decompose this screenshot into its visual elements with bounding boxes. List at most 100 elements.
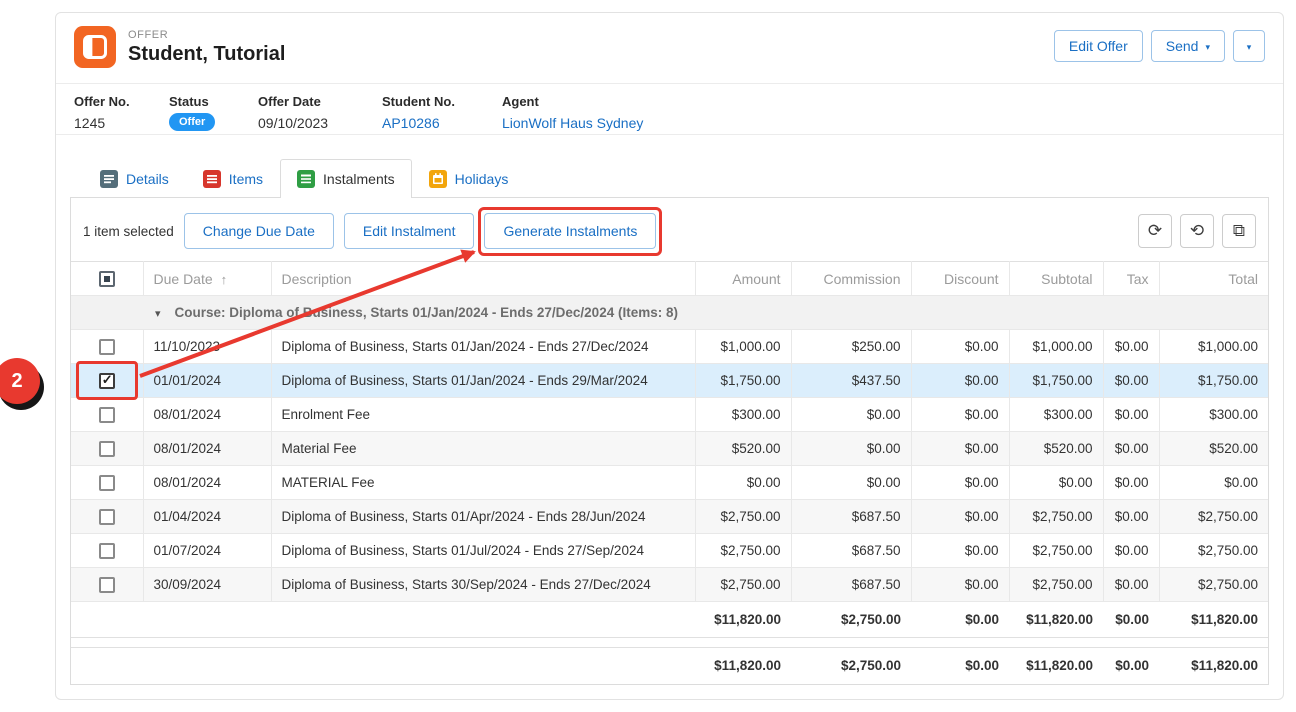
row-total: $2,750.00 xyxy=(1159,534,1268,568)
group-header-label: Course: Diploma of Business, Starts 01/J… xyxy=(175,305,678,320)
row-checkbox[interactable] xyxy=(99,475,115,491)
row-tax: $0.00 xyxy=(1103,364,1159,398)
instalments-panel: 1 item selected Change Due Date Edit Ins… xyxy=(70,197,1269,685)
send-label: Send xyxy=(1166,38,1199,54)
row-checkbox[interactable] xyxy=(99,339,115,355)
tab-details[interactable]: Details xyxy=(83,159,186,197)
sort-ascending-icon: ↑ xyxy=(221,272,228,287)
group-total-subtotal: $11,820.00 xyxy=(1009,602,1103,638)
group-total-tax: $0.00 xyxy=(1103,602,1159,638)
table-row[interactable]: 11/10/2023Diploma of Business, Starts 01… xyxy=(71,330,1268,364)
row-tax: $0.00 xyxy=(1103,500,1159,534)
edit-offer-button[interactable]: Edit Offer xyxy=(1054,30,1143,62)
row-commission: $687.50 xyxy=(791,500,911,534)
more-actions-button[interactable]: ▾ xyxy=(1233,30,1265,62)
column-header-due-date[interactable]: Due Date↑ xyxy=(143,262,271,296)
row-description: Material Fee xyxy=(271,432,695,466)
grand-total-discount: $0.00 xyxy=(911,648,1009,684)
select-all-checkbox[interactable] xyxy=(99,271,115,287)
row-checkbox-cell xyxy=(71,364,143,398)
row-checkbox[interactable] xyxy=(99,509,115,525)
info-offer-date: Offer Date 09/10/2023 xyxy=(258,94,382,122)
row-commission: $0.00 xyxy=(791,398,911,432)
group-total-discount: $0.00 xyxy=(911,602,1009,638)
row-subtotal: $0.00 xyxy=(1009,466,1103,500)
table-row[interactable]: 08/01/2024Enrolment Fee$300.00$0.00$0.00… xyxy=(71,398,1268,432)
row-discount: $0.00 xyxy=(911,398,1009,432)
column-header-total[interactable]: Total xyxy=(1159,262,1268,296)
row-discount: $0.00 xyxy=(911,500,1009,534)
row-checkbox[interactable] xyxy=(99,543,115,559)
row-commission: $250.00 xyxy=(791,330,911,364)
edit-instalment-button[interactable]: Edit Instalment xyxy=(344,213,475,249)
table-row[interactable]: 01/04/2024Diploma of Business, Starts 01… xyxy=(71,500,1268,534)
table-row[interactable]: 30/09/2024Diploma of Business, Starts 30… xyxy=(71,568,1268,602)
agent-link[interactable]: LionWolf Haus Sydney xyxy=(502,115,643,131)
copy-button[interactable]: ⧉ xyxy=(1222,214,1256,248)
instalments-icon xyxy=(297,170,315,188)
column-header-commission[interactable]: Commission xyxy=(791,262,911,296)
group-total-commission: $2,750.00 xyxy=(791,602,911,638)
row-checkbox[interactable] xyxy=(99,407,115,423)
row-tax: $0.00 xyxy=(1103,432,1159,466)
collapse-caret-icon[interactable]: ▾ xyxy=(155,308,161,320)
row-due-date: 08/01/2024 xyxy=(143,466,271,500)
row-tax: $0.00 xyxy=(1103,466,1159,500)
column-header-description[interactable]: Description xyxy=(271,262,695,296)
change-due-date-button[interactable]: Change Due Date xyxy=(184,213,334,249)
column-header-discount[interactable]: Discount xyxy=(911,262,1009,296)
table-row[interactable]: 08/01/2024MATERIAL Fee$0.00$0.00$0.00$0.… xyxy=(71,466,1268,500)
table-row[interactable]: 01/01/2024Diploma of Business, Starts 01… xyxy=(71,364,1268,398)
items-icon xyxy=(203,170,221,188)
table-row[interactable]: 08/01/2024Material Fee$520.00$0.00$0.00$… xyxy=(71,432,1268,466)
row-amount: $2,750.00 xyxy=(695,568,791,602)
row-checkbox[interactable] xyxy=(99,441,115,457)
column-header-subtotal[interactable]: Subtotal xyxy=(1009,262,1103,296)
column-header-tax[interactable]: Tax xyxy=(1103,262,1159,296)
row-amount: $1,000.00 xyxy=(695,330,791,364)
row-tax: $0.00 xyxy=(1103,330,1159,364)
send-button[interactable]: Send▾ xyxy=(1151,30,1225,62)
history-icon: ⟲ xyxy=(1190,221,1204,241)
grand-total-tax: $0.00 xyxy=(1103,648,1159,684)
row-description: Diploma of Business, Starts 30/Sep/2024 … xyxy=(271,568,695,602)
row-tax: $0.00 xyxy=(1103,568,1159,602)
row-total: $1,750.00 xyxy=(1159,364,1268,398)
group-total-total: $11,820.00 xyxy=(1159,602,1268,638)
offer-card: OFFER Student, Tutorial Edit Offer Send▾… xyxy=(55,12,1284,700)
tab-items[interactable]: Items xyxy=(186,159,280,197)
row-description: Enrolment Fee xyxy=(271,398,695,432)
offer-icon xyxy=(74,26,116,68)
row-description: Diploma of Business, Starts 01/Apr/2024 … xyxy=(271,500,695,534)
offer-info-bar: Offer No. 1245 Status Offer Offer Date 0… xyxy=(56,83,1283,135)
tab-items-label: Items xyxy=(229,171,263,187)
row-description: MATERIAL Fee xyxy=(271,466,695,500)
row-tax: $0.00 xyxy=(1103,398,1159,432)
entity-type-label: OFFER xyxy=(128,29,285,41)
row-discount: $0.00 xyxy=(911,364,1009,398)
row-checkbox[interactable] xyxy=(99,373,115,389)
row-amount: $0.00 xyxy=(695,466,791,500)
row-checkbox[interactable] xyxy=(99,577,115,593)
select-all-header xyxy=(71,262,143,296)
generate-instalments-button[interactable]: Generate Instalments xyxy=(484,213,656,249)
info-offer-no: Offer No. 1245 xyxy=(74,94,169,122)
refresh-button[interactable]: ⟳ xyxy=(1138,214,1172,248)
offer-date-label: Offer Date xyxy=(258,94,382,109)
row-discount: $0.00 xyxy=(911,466,1009,500)
change-due-date-label: Change Due Date xyxy=(203,223,315,239)
row-subtotal: $1,750.00 xyxy=(1009,364,1103,398)
row-total: $0.00 xyxy=(1159,466,1268,500)
column-header-amount[interactable]: Amount xyxy=(695,262,791,296)
tab-holidays[interactable]: Holidays xyxy=(412,159,526,197)
tab-holidays-label: Holidays xyxy=(455,171,509,187)
row-due-date: 01/01/2024 xyxy=(143,364,271,398)
row-description: Diploma of Business, Starts 01/Jul/2024 … xyxy=(271,534,695,568)
table-row[interactable]: 01/07/2024Diploma of Business, Starts 01… xyxy=(71,534,1268,568)
tab-instalments[interactable]: Instalments xyxy=(280,159,412,198)
agent-label: Agent xyxy=(502,94,643,109)
group-header-row[interactable]: ▾ Course: Diploma of Business, Starts 01/… xyxy=(71,296,1268,330)
row-due-date: 01/07/2024 xyxy=(143,534,271,568)
history-button[interactable]: ⟲ xyxy=(1180,214,1214,248)
student-no-link[interactable]: AP10286 xyxy=(382,115,502,131)
